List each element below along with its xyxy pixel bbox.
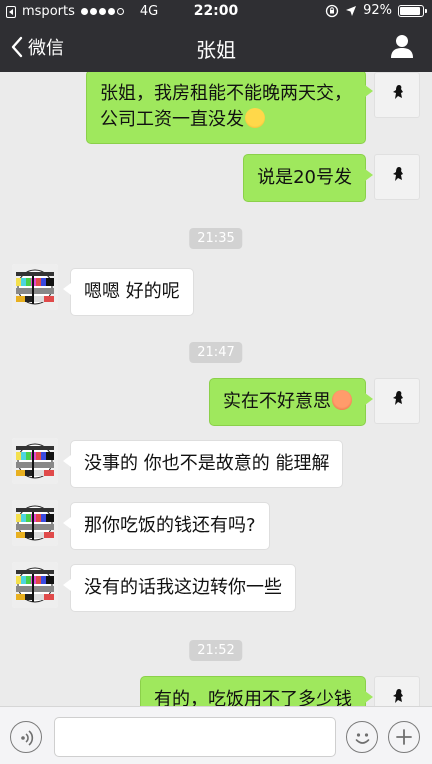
status-bar: msports 4G 22:00 92% — [0, 0, 432, 24]
timestamp: 21:35 — [189, 228, 243, 249]
timestamp: 21:52 — [189, 640, 243, 661]
message-bubble-me[interactable]: 实在不好意思 — [209, 378, 373, 426]
voice-button[interactable] — [10, 721, 42, 753]
avatar-other[interactable] — [12, 500, 58, 546]
top-bar: msports 4G 22:00 92% 微信 张姐 — [0, 0, 432, 72]
silhouette-icon — [393, 167, 403, 181]
rotation-lock-icon — [325, 4, 339, 17]
message-text: 说是20号发 — [257, 167, 352, 188]
message-bubble-other[interactable]: 那你吃饭的钱还有吗? — [63, 502, 270, 550]
test-pattern-icon — [12, 264, 58, 310]
location-arrow-icon — [346, 5, 357, 16]
plus-button[interactable] — [388, 721, 420, 753]
smiley-icon — [355, 733, 370, 744]
nav-bar: 微信 张姐 — [0, 24, 432, 72]
avatar-other[interactable] — [12, 438, 58, 484]
emoji-button[interactable] — [346, 721, 378, 753]
silhouette-icon — [393, 391, 403, 405]
silhouette-icon — [393, 689, 403, 703]
message-text: 那你吃饭的钱还有吗? — [84, 515, 256, 536]
message-bubble-me[interactable]: 有的，吃饭用不了多少钱 — [140, 676, 373, 706]
input-bar — [0, 706, 432, 764]
avatar-me[interactable] — [374, 72, 420, 118]
avatar-me[interactable] — [374, 676, 420, 706]
test-pattern-icon — [12, 438, 58, 484]
chat-title: 张姐 — [196, 38, 236, 62]
message-bubble-other[interactable]: 嗯嗯 好的呢 — [63, 268, 194, 316]
chat-area[interactable]: 张姐，我房租能不能晚两天交， 公司工资一直没发 说是20号发 21:35 嗯嗯 … — [0, 72, 432, 706]
avatar-me[interactable] — [374, 378, 420, 424]
message-bubble-me[interactable]: 说是20号发 — [243, 154, 373, 202]
silhouette-icon — [393, 85, 403, 99]
battery-percent: 92% — [363, 3, 392, 18]
test-pattern-icon — [12, 562, 58, 608]
avatar-me[interactable] — [374, 154, 420, 200]
timestamp: 21:47 — [189, 342, 243, 363]
person-icon[interactable] — [388, 32, 416, 60]
laughing-emoji-icon — [245, 108, 265, 128]
message-bubble-me[interactable]: 张姐，我房租能不能晚两天交， 公司工资一直没发 — [86, 72, 373, 144]
message-text: 公司工资一直没发 — [100, 109, 244, 130]
status-right: 92% — [325, 3, 427, 18]
message-input[interactable] — [54, 717, 336, 757]
message-bubble-other[interactable]: 没有的话我这边转你一些 — [63, 564, 296, 612]
message-text: 张姐，我房租能不能晚两天交， — [100, 83, 352, 104]
message-text: 有的，吃饭用不了多少钱 — [154, 689, 352, 706]
embarrassed-emoji-icon — [332, 390, 352, 410]
avatar-other[interactable] — [12, 562, 58, 608]
message-text: 没事的 你也不是故意的 能理解 — [84, 453, 330, 474]
message-text: 实在不好意思 — [223, 391, 331, 412]
voice-icon — [21, 730, 34, 746]
message-text: 嗯嗯 好的呢 — [84, 281, 180, 302]
avatar-other[interactable] — [12, 264, 58, 310]
battery-icon — [398, 4, 427, 17]
plus-icon — [396, 729, 412, 745]
message-bubble-other[interactable]: 没事的 你也不是故意的 能理解 — [62, 440, 344, 488]
test-pattern-icon — [12, 500, 58, 546]
message-text: 没有的话我这边转你一些 — [84, 577, 282, 598]
